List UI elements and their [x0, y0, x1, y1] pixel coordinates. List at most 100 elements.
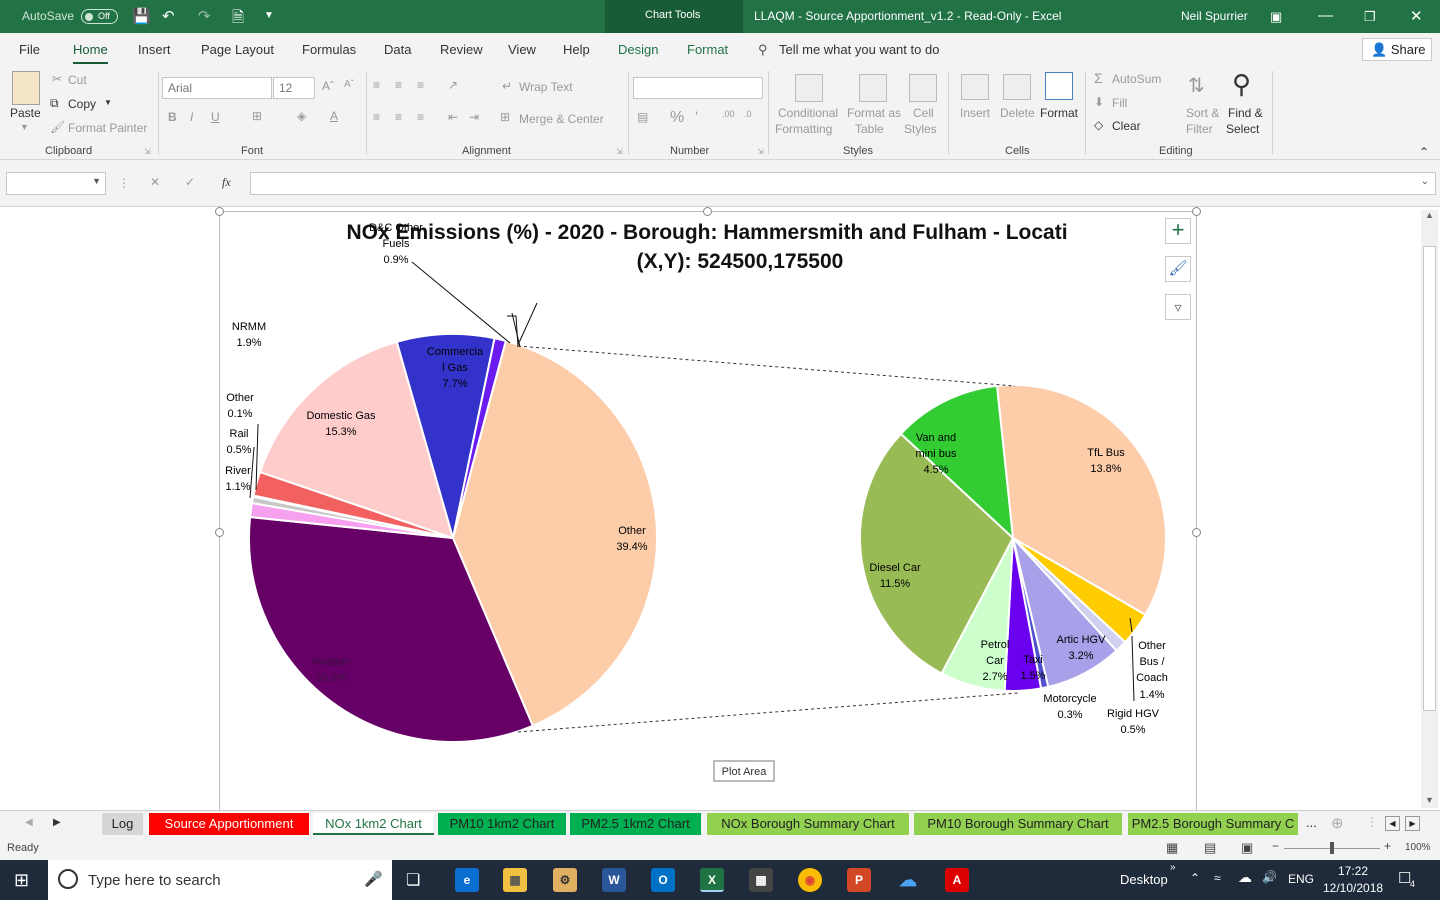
more-sheets-icon[interactable]: ...: [1306, 815, 1317, 830]
close-icon[interactable]: ✕: [1410, 7, 1423, 25]
customize-qat-icon[interactable]: ▼: [264, 10, 274, 21]
italic-icon[interactable]: I: [190, 110, 193, 124]
format-cells-button[interactable]: Format: [1040, 106, 1078, 120]
chart-filters-icon[interactable]: ▿: [1165, 294, 1191, 320]
next-sheet-icon[interactable]: ▶: [53, 817, 61, 828]
formula-bar-grip-icon[interactable]: ⋮: [118, 176, 130, 190]
underline-icon[interactable]: U: [211, 110, 220, 124]
save-icon[interactable]: 💾: [132, 7, 151, 25]
scroll-up-icon[interactable]: ▲: [1425, 210, 1434, 220]
tab-format[interactable]: Format: [687, 42, 728, 57]
comma-style-icon[interactable]: ʼ: [695, 109, 698, 125]
sheet-tab-pm10-borough-summary[interactable]: PM10 Borough Summary Chart: [914, 813, 1122, 835]
resize-handle-top-left[interactable]: [215, 207, 224, 216]
insert-cells-icon[interactable]: [961, 74, 989, 100]
resize-handle-left[interactable]: [215, 528, 224, 537]
chart-canvas[interactable]: NOx Emissions (%) - 2020 - Borough: Hamm…: [220, 212, 1196, 810]
network-icon[interactable]: ≈: [1214, 871, 1221, 885]
tab-help[interactable]: Help: [563, 42, 590, 57]
tab-formulas[interactable]: Formulas: [302, 42, 356, 57]
decrease-decimal-icon[interactable]: .0: [744, 109, 752, 119]
scroll-thumb[interactable]: [1423, 246, 1436, 711]
cell-styles-line2[interactable]: Styles: [904, 122, 937, 136]
chrome-icon[interactable]: ◉: [798, 868, 822, 892]
insert-function-icon[interactable]: fx: [222, 175, 231, 190]
expand-formula-icon[interactable]: ⌄: [1421, 176, 1429, 187]
sheet-tab-log[interactable]: Log: [102, 813, 143, 835]
paste-button[interactable]: Paste: [10, 106, 41, 120]
excel-icon[interactable]: X: [700, 868, 724, 892]
scroll-down-icon[interactable]: ▼: [1425, 795, 1434, 805]
language-indicator[interactable]: ENG: [1288, 872, 1314, 886]
tell-me-search[interactable]: Tell me what you want to do: [779, 42, 939, 57]
paste-icon[interactable]: [12, 71, 40, 105]
normal-view-icon[interactable]: ▦: [1166, 840, 1178, 856]
conditional-formatting-line2[interactable]: Formatting: [775, 122, 832, 136]
clear-icon[interactable]: ◇: [1094, 118, 1103, 132]
chart-title[interactable]: NOx Emissions (%) - 2020 - Borough: Hamm…: [346, 221, 1067, 244]
sheet-tab-nox-1km2[interactable]: NOx 1km2 Chart: [313, 813, 434, 835]
chart-elements-icon[interactable]: +: [1165, 218, 1191, 244]
volume-icon[interactable]: 🔊: [1262, 870, 1277, 884]
desktop-toolbar[interactable]: Desktop: [1120, 872, 1168, 887]
autosum-button[interactable]: AutoSum: [1112, 72, 1161, 86]
new-sheet-icon[interactable]: ⊕: [1331, 814, 1344, 832]
share-button[interactable]: 👤 Share: [1362, 38, 1432, 61]
conditional-formatting-icon[interactable]: [795, 74, 823, 102]
cell-styles-line1[interactable]: Cell: [913, 106, 934, 120]
edge-icon[interactable]: e: [455, 868, 479, 892]
autosave-toggle[interactable]: Off: [81, 9, 118, 24]
word-icon[interactable]: W: [602, 868, 626, 892]
paste-dropdown-icon[interactable]: ▼: [20, 122, 29, 132]
redo-icon[interactable]: ↷: [198, 7, 211, 25]
fill-color-icon[interactable]: ◈: [297, 109, 306, 123]
grow-font-icon[interactable]: Aˆ: [322, 79, 334, 93]
powerpoint-icon[interactable]: P: [847, 868, 871, 892]
cloud-sync-icon[interactable]: ☁: [1238, 869, 1252, 886]
font-color-icon[interactable]: A: [330, 109, 338, 123]
format-cells-icon[interactable]: [1045, 72, 1073, 100]
sort-filter-line2[interactable]: Filter: [1186, 122, 1213, 136]
minimize-icon[interactable]: —: [1318, 7, 1333, 24]
undo-icon[interactable]: ↶: [162, 7, 175, 25]
tab-insert[interactable]: Insert: [138, 42, 171, 57]
tab-split-icon[interactable]: ⋮: [1366, 815, 1378, 829]
fill-icon[interactable]: ⬇: [1094, 95, 1104, 109]
number-launcher-icon[interactable]: ⇲: [757, 147, 764, 156]
clock-time[interactable]: 17:22: [1338, 864, 1368, 878]
vertical-scrollbar[interactable]: ▲ ▼: [1421, 210, 1438, 808]
format-painter-icon[interactable]: 🖌: [50, 120, 65, 134]
align-bottom-icon[interactable]: ≡: [417, 78, 424, 92]
page-break-view-icon[interactable]: ▣: [1241, 840, 1253, 856]
task-view-icon[interactable]: ❏: [406, 870, 420, 890]
align-top-icon[interactable]: ≡: [373, 78, 380, 92]
outlook-icon[interactable]: O: [651, 868, 675, 892]
cut-button[interactable]: Cut: [68, 73, 87, 87]
sheet-tab-nox-borough-summary[interactable]: NOx Borough Summary Chart: [707, 813, 909, 835]
increase-indent-icon[interactable]: ⇥: [469, 110, 479, 124]
cancel-entry-icon[interactable]: ✕: [150, 175, 160, 189]
scroll-left-icon[interactable]: ◀: [1385, 816, 1400, 831]
percent-style-icon[interactable]: %: [670, 109, 684, 127]
page-layout-view-icon[interactable]: ▤: [1204, 840, 1216, 856]
zoom-out-icon[interactable]: −: [1272, 839, 1279, 853]
borders-icon[interactable]: ⊞: [252, 109, 262, 123]
wrap-text-icon[interactable]: ↵: [502, 79, 512, 93]
sort-filter-line1[interactable]: Sort &: [1186, 106, 1219, 120]
copy-icon[interactable]: ⧉: [50, 96, 59, 111]
align-middle-icon[interactable]: ≡: [395, 78, 402, 92]
merge-center-button[interactable]: Merge & Center: [519, 112, 604, 126]
scroll-right-icon[interactable]: ▶: [1405, 816, 1420, 831]
zoom-in-icon[interactable]: +: [1384, 839, 1391, 853]
font-size-combo[interactable]: 12: [273, 77, 315, 99]
font-name-combo[interactable]: Arial: [162, 77, 272, 99]
prev-sheet-icon[interactable]: ◀: [25, 817, 33, 828]
format-painter-button[interactable]: Format Painter: [68, 121, 147, 135]
sort-filter-icon[interactable]: ⇅: [1188, 73, 1205, 98]
find-select-icon[interactable]: ⚲: [1232, 69, 1251, 100]
windows-start-icon[interactable]: ⊞: [14, 870, 29, 891]
accounting-format-icon[interactable]: ▤: [637, 110, 648, 124]
increase-decimal-icon[interactable]: .00: [722, 109, 735, 119]
merge-center-icon[interactable]: ⊞: [500, 110, 510, 124]
align-right-icon[interactable]: ≡: [417, 110, 424, 124]
